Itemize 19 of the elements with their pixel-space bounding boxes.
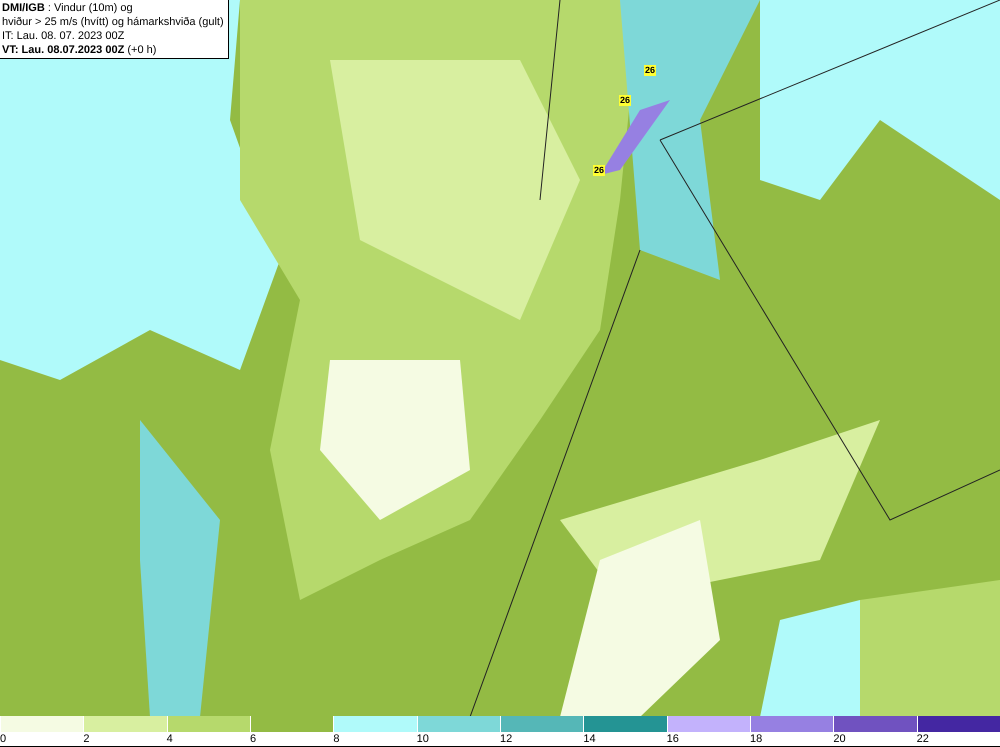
tick-label: 20 [833,732,846,746]
tick-label: 16 [666,732,679,746]
tick-label: 0 [0,732,6,746]
tick-label: 18 [750,732,762,746]
header-text: VT: Lau. 08.07.2023 00Z (+0 h) [2,43,158,57]
gust-label: 26 [619,95,632,106]
tick-label: 6 [250,732,256,746]
header-text: hviður > 25 m/s (hvítt) og hámarkshviða (gult) [2,15,224,29]
tick-label: 12 [500,732,512,746]
header-text: DMI/IGB : Vindur (10m) og [2,1,134,15]
header-text: IT: Lau. 08. 07. 2023 00Z [2,29,126,43]
gust-label: 26 [644,65,656,76]
gust-label: 26 [593,165,606,176]
tick-label: 22 [916,732,929,746]
tick-label: 14 [583,732,596,746]
tick-label: 8 [333,732,340,746]
tick-label: 2 [83,732,90,746]
tick-label: 4 [166,732,173,746]
tick-label: 10 [416,732,429,746]
